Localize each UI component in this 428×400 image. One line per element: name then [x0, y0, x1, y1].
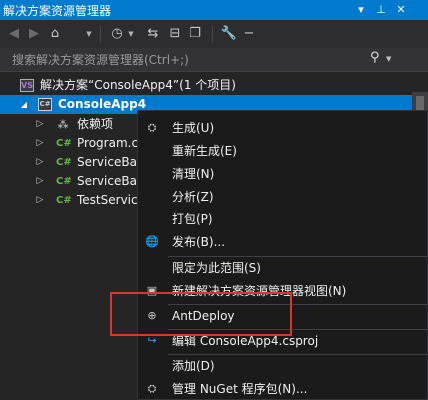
close-button[interactable]: ✕ [392, 0, 410, 20]
toolbar-separator [100, 26, 101, 42]
tree-item-label: 依赖项 [77, 117, 114, 131]
toolbar: ◀ ▶ ⌂ ▼ ◷ ▼ ⇆ ⊟ ❐ 🔧 − [0, 20, 428, 48]
back-icon[interactable]: ◀ [6, 25, 22, 43]
solution-icon: VS [20, 79, 34, 92]
menu-item-label: 限定为此范围(S) [172, 261, 261, 275]
menu-item-label: 生成(U) [172, 121, 215, 135]
csharp-file-icon: C# [56, 176, 72, 187]
toolbar-separator [212, 26, 213, 42]
menu-item-scope-to-this[interactable]: 限定为此范围(S) [138, 257, 428, 279]
expand-arrow-icon[interactable]: ▷ [35, 115, 45, 134]
csharp-file-icon: C# [56, 195, 72, 206]
menu-item-label: 管理 NuGet 程序包(N)... [172, 382, 308, 396]
highlight-box [110, 292, 292, 336]
menu-item-pack[interactable]: 打包(P) [138, 208, 428, 230]
tree-item-label: Program.c [77, 136, 139, 150]
menu-item-label: 分析(Z) [172, 190, 214, 204]
menu-item-publish[interactable]: 🌐 发布(B)... [138, 231, 428, 253]
tree-item-label: ServiceBas [77, 155, 144, 169]
dependencies-icon: ⁂ [57, 118, 69, 131]
menu-item-build[interactable]: ⛭ 生成(U) [138, 117, 428, 139]
menu-item-manage-nuget[interactable]: ⛭ 管理 NuGet 程序包(N)... [138, 378, 428, 400]
csharp-file-icon: C# [56, 138, 72, 149]
minus-icon[interactable]: − [242, 25, 256, 43]
tree-row-solution[interactable]: VS 解决方案“ConsoleApp4”(1 个项目) [0, 76, 428, 95]
expand-arrow-icon[interactable]: ▷ [35, 153, 45, 172]
expand-arrow-icon[interactable]: ▷ [35, 191, 45, 210]
menu-item-clean[interactable]: 清理(N) [138, 163, 428, 185]
sync-icon[interactable]: ⇆ [144, 25, 162, 43]
search-input[interactable] [0, 48, 360, 71]
tree-item-label: ServiceBas [77, 174, 144, 188]
menu-item-label: 打包(P) [172, 212, 213, 226]
search-icon[interactable]: ⚲ [370, 50, 380, 65]
search-options-dropdown-icon[interactable]: ▼ [386, 55, 391, 63]
build-icon: ⛭ [147, 121, 157, 134]
dropdown-icon[interactable]: ▼ [126, 25, 136, 43]
solution-label: 解决方案“ConsoleApp4”(1 个项目) [40, 78, 236, 92]
menu-item-label: 重新生成(E) [172, 144, 237, 158]
expand-arrow-icon[interactable]: ▷ [35, 134, 45, 153]
publish-globe-icon: 🌐 [145, 235, 159, 248]
menu-item-analyze[interactable]: 分析(Z) [138, 186, 428, 208]
menu-item-add[interactable]: 添加(D) [138, 355, 428, 377]
menu-item-label: 发布(B)... [172, 235, 226, 249]
edit-arrow-icon: ↪ [147, 334, 157, 347]
properties-wrench-icon[interactable]: 🔧 [220, 25, 238, 43]
menu-item-label: 清理(N) [172, 167, 215, 181]
history-icon[interactable]: ◷ [108, 25, 126, 43]
pin-button[interactable]: ⊥ [372, 0, 390, 20]
tree-item-label: TestServic [77, 193, 138, 207]
project-label: ConsoleApp4 [58, 97, 147, 111]
expand-arrow-icon[interactable]: ▷ [35, 172, 45, 191]
dropdown-icon[interactable]: ▼ [84, 25, 94, 43]
csharp-file-icon: C# [56, 157, 72, 168]
forward-icon[interactable]: ▶ [26, 25, 42, 43]
context-menu: ⛭ 生成(U) 重新生成(E) 清理(N) 分析(Z) 打包(P) 🌐 发布(B… [137, 110, 428, 400]
home-icon[interactable]: ⌂ [46, 25, 64, 43]
copy-icon[interactable]: ❐ [186, 25, 204, 43]
nuget-icon: ⛭ [147, 382, 157, 395]
menu-item-rebuild[interactable]: 重新生成(E) [138, 140, 428, 162]
title-bar: 解决方案资源管理器 ▾ ⊥ ✕ [0, 0, 428, 20]
menu-item-label: 添加(D) [172, 359, 215, 373]
window-title: 解决方案资源管理器 [3, 4, 112, 18]
collapse-all-icon[interactable]: ⊟ [166, 25, 184, 43]
collapse-arrow-icon[interactable]: ◢ [19, 95, 29, 114]
csharp-project-icon: C# [38, 98, 52, 111]
search-bar: ⚲ ▼ [0, 48, 428, 72]
window-dropdown-button[interactable]: ▾ [352, 0, 370, 20]
